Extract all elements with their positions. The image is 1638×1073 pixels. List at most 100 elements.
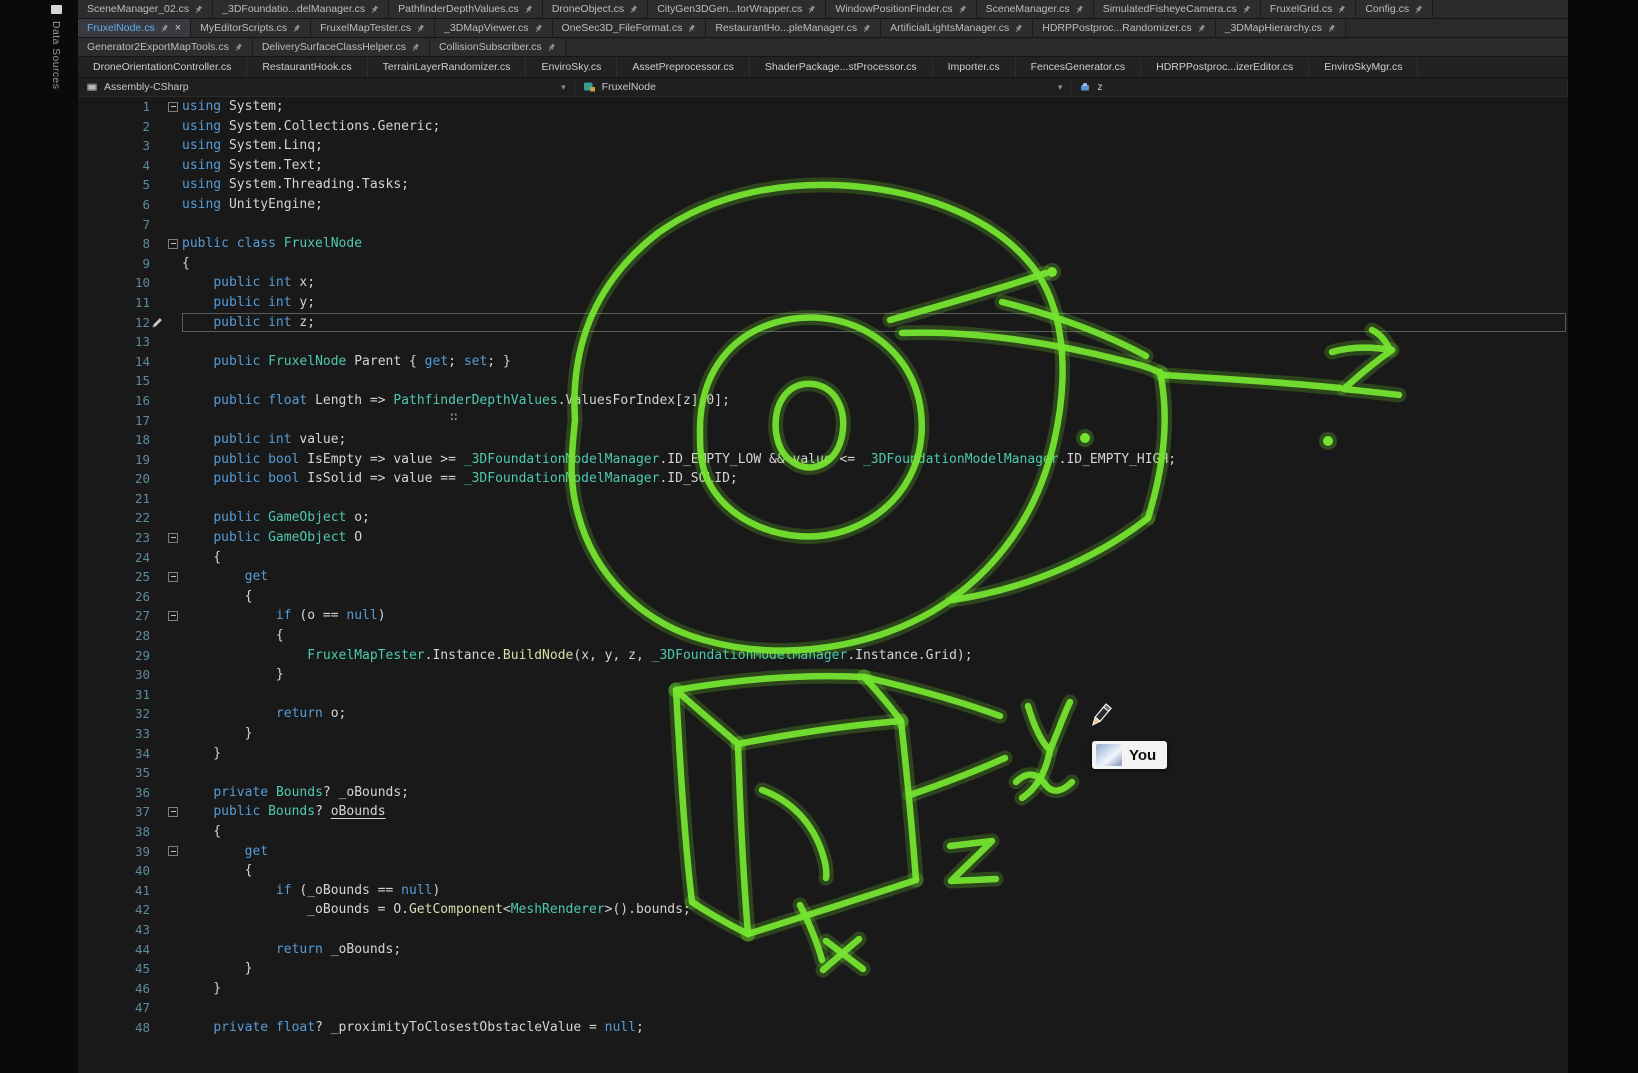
code-line[interactable]: 21 (78, 489, 1568, 509)
project-dropdown[interactable]: Assembly-CSharp ▾ (78, 78, 575, 96)
pin-icon[interactable] (687, 24, 696, 33)
tab-envirosky-cs[interactable]: EnviroSky.cs (526, 57, 617, 77)
collapse-box-icon[interactable] (168, 533, 178, 543)
code-line[interactable]: 28 { (78, 626, 1568, 646)
pin-icon[interactable] (1014, 24, 1023, 33)
code-line[interactable]: 39 get (78, 842, 1568, 862)
tab-scenemanager-cs[interactable]: SceneManager.cs (977, 0, 1094, 18)
pin-icon[interactable] (807, 5, 816, 14)
code-line[interactable]: 46 } (78, 979, 1568, 999)
pin-icon[interactable] (1197, 24, 1206, 33)
code-line[interactable]: 27 if (o == null) (78, 606, 1568, 626)
pin-icon[interactable] (370, 5, 379, 14)
tab-droneobject-cs[interactable]: DroneObject.cs (543, 0, 648, 18)
pin-icon[interactable] (1337, 5, 1346, 14)
code-line[interactable]: 14 public FruxelNode Parent { get; set; … (78, 352, 1568, 372)
code-line[interactable]: 17 (78, 411, 1568, 431)
tab--3dmaphierarchy-cs[interactable]: _3DMapHierarchy.cs (1216, 19, 1346, 37)
code-line[interactable]: 9{ (78, 254, 1568, 274)
pin-icon[interactable] (160, 24, 169, 33)
code-line[interactable]: 19 public bool IsEmpty => value >= _3DFo… (78, 450, 1568, 470)
tab-scenemanager-02-cs[interactable]: SceneManager_02.cs (78, 0, 213, 18)
code-line[interactable]: 40 { (78, 861, 1568, 881)
pin-icon[interactable] (629, 5, 638, 14)
code-line[interactable]: 48 private float? _proximityToClosestObs… (78, 1018, 1568, 1038)
collapse-box-icon[interactable] (168, 239, 178, 249)
tab-terrainlayerrandomizer-cs[interactable]: TerrainLayerRandomizer.cs (368, 57, 527, 77)
code-line[interactable]: 26 { (78, 587, 1568, 607)
code-line[interactable]: 33 } (78, 724, 1568, 744)
code-line[interactable]: 6using UnityEngine; (78, 195, 1568, 215)
tab-importer-cs[interactable]: Importer.cs (933, 57, 1016, 77)
tab--3dfoundatio-delmanager-cs[interactable]: _3DFoundatio...delManager.cs (213, 0, 389, 18)
collapse-box-icon[interactable] (168, 611, 178, 621)
fold-marker[interactable] (150, 97, 182, 117)
pin-icon[interactable] (958, 5, 967, 14)
tab-pathfinderdepthvalues-cs[interactable]: PathfinderDepthValues.cs (389, 0, 543, 18)
code-line[interactable]: 2using System.Collections.Generic; (78, 117, 1568, 137)
tab-fencesgenerator-cs[interactable]: FencesGenerator.cs (1016, 57, 1142, 77)
fold-marker[interactable] (150, 802, 182, 822)
tab-simulatedfisheyecamera-cs[interactable]: SimulatedFisheyeCamera.cs (1094, 0, 1261, 18)
code-line[interactable]: 47 (78, 998, 1568, 1018)
code-line[interactable]: 41 if (_oBounds == null) (78, 881, 1568, 901)
code-line[interactable]: 24 { (78, 548, 1568, 568)
tab-enviroskymgr-cs[interactable]: EnviroSkyMgr.cs (1309, 57, 1418, 77)
data-sources-tab[interactable]: Data Sources (50, 5, 62, 89)
fold-marker[interactable] (150, 234, 182, 254)
tab-collisionsubscriber-cs[interactable]: CollisionSubscriber.cs (430, 38, 566, 56)
code-line[interactable]: 34 } (78, 744, 1568, 764)
code-line[interactable]: 29 FruxelMapTester.Instance.BuildNode(x,… (78, 646, 1568, 666)
pin-icon[interactable] (234, 43, 243, 52)
fold-marker[interactable] (150, 528, 182, 548)
pin-icon[interactable] (547, 43, 556, 52)
tab-restaurantho-plemanager-cs[interactable]: RestaurantHo...pleManager.cs (706, 19, 881, 37)
tab-droneorientationcontroller-cs[interactable]: DroneOrientationController.cs (78, 57, 247, 77)
fold-marker[interactable] (150, 606, 182, 626)
pin-icon[interactable] (1075, 5, 1084, 14)
code-line[interactable]: 36 private Bounds? _oBounds; (78, 783, 1568, 803)
pin-icon[interactable] (416, 24, 425, 33)
code-line[interactable]: 15 (78, 371, 1568, 391)
code-editor[interactable]: 1using System;2using System.Collections.… (78, 97, 1568, 1073)
tab--3dmapviewer-cs[interactable]: _3DMapViewer.cs (435, 19, 552, 37)
code-line[interactable]: 18 public int value; (78, 430, 1568, 450)
code-line[interactable]: 38 { (78, 822, 1568, 842)
code-line[interactable]: 23 public GameObject O (78, 528, 1568, 548)
tab-restauranthook-cs[interactable]: RestaurantHook.cs (247, 57, 367, 77)
tab-assetpreprocessor-cs[interactable]: AssetPreprocessor.cs (617, 57, 750, 77)
code-line[interactable]: 7 (78, 215, 1568, 235)
tab-fruxelnode-cs[interactable]: FruxelNode.cs× (78, 19, 191, 37)
member-dropdown[interactable]: z (1071, 78, 1568, 96)
tab-citygen3dgen-torwrapper-cs[interactable]: CityGen3DGen...torWrapper.cs (648, 0, 826, 18)
collapse-box-icon[interactable] (168, 102, 178, 112)
code-line[interactable]: 16 public float Length => PathfinderDept… (78, 391, 1568, 411)
fold-marker[interactable] (150, 567, 182, 587)
tab-deliverysurfaceclasshelper-cs[interactable]: DeliverySurfaceClassHelper.cs (253, 38, 430, 56)
code-line[interactable]: 5using System.Threading.Tasks; (78, 175, 1568, 195)
tab-fruxelmaptester-cs[interactable]: FruxelMapTester.cs (311, 19, 435, 37)
code-line[interactable]: 1using System; (78, 97, 1568, 117)
code-line[interactable]: 31 (78, 685, 1568, 705)
collapse-box-icon[interactable] (168, 807, 178, 817)
tab-myeditorscripts-cs[interactable]: MyEditorScripts.cs (191, 19, 311, 37)
code-line[interactable]: 13 (78, 332, 1568, 352)
tab-windowpositionfinder-cs[interactable]: WindowPositionFinder.cs (826, 0, 976, 18)
code-line[interactable]: 35 (78, 763, 1568, 783)
code-line[interactable]: 3using System.Linq; (78, 136, 1568, 156)
code-line[interactable]: 11 public int y; (78, 293, 1568, 313)
pin-icon[interactable] (1414, 5, 1423, 14)
code-line[interactable]: 4using System.Text; (78, 156, 1568, 176)
type-dropdown[interactable]: FruxelNode ▾ (575, 78, 1072, 96)
code-line[interactable]: 44 return _oBounds; (78, 940, 1568, 960)
pin-icon[interactable] (1327, 24, 1336, 33)
pin-icon[interactable] (524, 5, 533, 14)
code-line[interactable]: 37 public Bounds? oBounds (78, 802, 1568, 822)
pin-icon[interactable] (194, 5, 203, 14)
code-line[interactable]: 32 return o; (78, 704, 1568, 724)
pin-icon[interactable] (411, 43, 420, 52)
code-line[interactable]: 45 } (78, 959, 1568, 979)
collapse-box-icon[interactable] (168, 846, 178, 856)
code-line[interactable]: 10 public int x; (78, 273, 1568, 293)
code-line[interactable]: 20 public bool IsSolid => value == _3DFo… (78, 469, 1568, 489)
